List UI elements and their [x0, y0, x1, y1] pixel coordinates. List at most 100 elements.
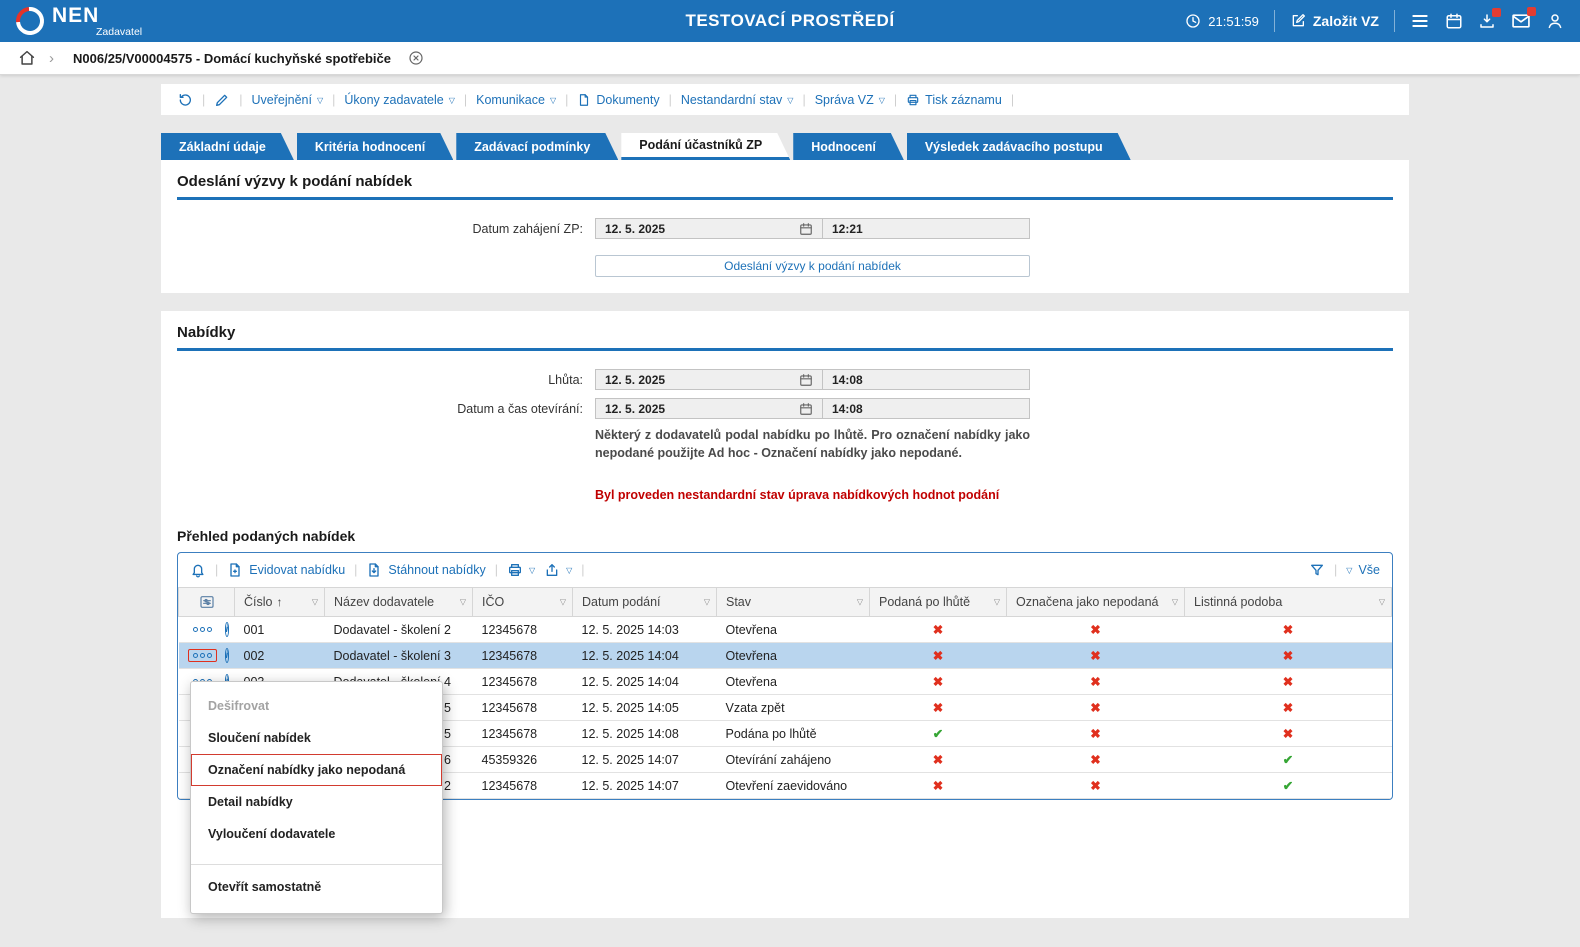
- cell-status: Otevřena: [717, 617, 870, 643]
- chevron-down-icon: ▽: [1346, 567, 1352, 575]
- calendar-icon[interactable]: [799, 373, 813, 387]
- filter-all-button[interactable]: ▽ Vše: [1346, 563, 1380, 577]
- column-filter-icon[interactable]: ▽: [704, 598, 710, 607]
- edit-square-icon: [1290, 13, 1306, 29]
- calendar-icon[interactable]: [1445, 12, 1463, 30]
- opening-time-input[interactable]: 14:08: [822, 398, 1030, 419]
- table-row-selected[interactable]: i 002 Dodavatel - školení 3 12345678 12.…: [179, 643, 1392, 669]
- cell-ico: 12345678: [473, 721, 573, 747]
- share-icon: [544, 562, 560, 578]
- history-icon[interactable]: [177, 92, 193, 108]
- col-nazev-dodavatele[interactable]: Název dodavatele ▽: [325, 588, 473, 617]
- row-menu-icon[interactable]: [188, 623, 217, 636]
- menu-item-slouceni-nabidek[interactable]: Sloučení nabídek: [191, 722, 442, 754]
- col-podana-po-lhute[interactable]: Podaná po lhůtě ▽: [870, 588, 1007, 617]
- column-filter-icon[interactable]: ▽: [1379, 598, 1385, 607]
- cell-late: ✖: [870, 669, 1007, 695]
- cell-not-submitted: ✖: [1007, 747, 1185, 773]
- invite-section: Odeslání výzvy k podání nabídek Datum za…: [161, 160, 1409, 293]
- column-filter-icon[interactable]: ▽: [994, 598, 1000, 607]
- nonstandard-state-warning: Byl proveden nestandardní stav úprava na…: [595, 488, 1393, 502]
- col-ico[interactable]: IČO ▽: [473, 588, 573, 617]
- breadcrumb-record[interactable]: N006/25/V00004575 - Domácí kuchyňské spo…: [73, 51, 391, 66]
- bell-icon[interactable]: [190, 562, 206, 578]
- create-vz-button[interactable]: Založit VZ: [1290, 13, 1379, 29]
- col-stav[interactable]: Stav ▽: [717, 588, 870, 617]
- tab-zakladni-udaje[interactable]: Základní údaje: [161, 133, 294, 160]
- tab-podani-ucastniku[interactable]: Podání účastníků ZP: [621, 133, 790, 160]
- filter-icon[interactable]: [1309, 562, 1325, 578]
- menu-icon[interactable]: [1410, 11, 1430, 31]
- col-listinna-podoba[interactable]: Listinná podoba ▽: [1185, 588, 1392, 617]
- deadline-time-input[interactable]: 14:08: [822, 369, 1030, 390]
- menu-komunikace[interactable]: Komunikace ▽: [476, 93, 556, 107]
- menu-tisk-zaznamu[interactable]: Tisk záznamu: [906, 93, 1002, 107]
- menu-item-oznaceni-nepodana[interactable]: Označení nabídky jako nepodaná: [191, 754, 442, 786]
- cell-not-submitted: ✖: [1007, 669, 1185, 695]
- menu-ukony-zadavatele[interactable]: Úkony zadavatele ▽: [344, 93, 455, 107]
- sort-asc-icon: ↑: [276, 595, 282, 609]
- user-icon[interactable]: [1546, 12, 1564, 30]
- col-datum-podani[interactable]: Datum podání ▽: [573, 588, 717, 617]
- cell-late: ✔: [870, 721, 1007, 747]
- register-bid-button[interactable]: Evidovat nabídku: [227, 562, 345, 578]
- column-filter-icon[interactable]: ▽: [857, 598, 863, 607]
- table-row[interactable]: i 001 Dodavatel - školení 2 12345678 12.…: [179, 617, 1392, 643]
- cell-ico: 12345678: [473, 617, 573, 643]
- grid-export-button[interactable]: ▽: [544, 562, 572, 578]
- tab-vysledek-postupu[interactable]: Výsledek zadávacího postupu: [907, 133, 1131, 160]
- info-icon[interactable]: i: [225, 648, 230, 663]
- session-time: 21:51:59: [1208, 14, 1259, 29]
- tab-hodnoceni[interactable]: Hodnocení: [793, 133, 904, 160]
- start-date-label: Datum zahájení ZP:: [177, 222, 595, 236]
- chevron-down-icon: ▽: [317, 97, 323, 105]
- cell-submitted: 12. 5. 2025 14:07: [573, 773, 717, 799]
- tab-kriteria-hodnoceni[interactable]: Kritéria hodnocení: [297, 133, 453, 160]
- home-icon[interactable]: [18, 49, 36, 67]
- column-settings-icon[interactable]: [185, 594, 228, 610]
- nen-logo-icon: [10, 1, 49, 40]
- calendar-icon[interactable]: [799, 222, 813, 236]
- menu-item-detail-nabidky[interactable]: Detail nabídky: [191, 786, 442, 818]
- menu-nestandardni-stav[interactable]: Nestandardní stav ▽: [681, 93, 794, 107]
- deadline-date-input[interactable]: 12. 5. 2025: [595, 369, 823, 390]
- cell-late: ✖: [870, 643, 1007, 669]
- menu-sprava-vz[interactable]: Správa VZ ▽: [815, 93, 885, 107]
- start-time-input[interactable]: 12:21: [822, 218, 1030, 239]
- messages-icon[interactable]: [1511, 11, 1531, 31]
- column-filter-icon[interactable]: ▽: [312, 598, 318, 607]
- nen-brand[interactable]: NEN Zadavatel: [16, 5, 142, 38]
- tab-zadavaci-podminky[interactable]: Zadávací podmínky: [456, 133, 618, 160]
- downloads-icon[interactable]: [1478, 12, 1496, 30]
- brand-name: NEN: [52, 5, 142, 26]
- column-filter-icon[interactable]: ▽: [560, 598, 566, 607]
- column-filter-icon[interactable]: ▽: [1172, 598, 1178, 607]
- row-menu-icon[interactable]: [188, 649, 217, 662]
- cell-paper: ✖: [1185, 643, 1392, 669]
- menu-dokumenty[interactable]: Dokumenty: [577, 93, 659, 107]
- edit-icon[interactable]: [214, 92, 230, 108]
- col-cislo[interactable]: Číslo↑ ▽: [235, 588, 325, 617]
- chevron-right-icon: ›: [49, 51, 54, 66]
- cell-submitted: 12. 5. 2025 14:04: [573, 669, 717, 695]
- menu-item-vylouceni-dodavatele[interactable]: Vyloučení dodavatele: [191, 818, 442, 850]
- cell-submitted: 12. 5. 2025 14:03: [573, 617, 717, 643]
- send-invite-button[interactable]: Odeslání výzvy k podání nabídek: [595, 255, 1030, 277]
- opening-date-input[interactable]: 12. 5. 2025: [595, 398, 823, 419]
- cell-submitted: 12. 5. 2025 14:08: [573, 721, 717, 747]
- grid-print-button[interactable]: ▽: [507, 562, 535, 578]
- column-filter-icon[interactable]: ▽: [460, 598, 466, 607]
- cell-not-submitted: ✖: [1007, 721, 1185, 747]
- menu-item-otevrit-samostatne[interactable]: Otevřít samostatně: [191, 871, 442, 903]
- printer-icon: [507, 562, 523, 578]
- start-date-input[interactable]: 12. 5. 2025: [595, 218, 823, 239]
- calendar-icon[interactable]: [799, 402, 813, 416]
- download-bids-button[interactable]: Stáhnout nabídky: [366, 562, 485, 578]
- document-icon: [577, 93, 591, 107]
- cell-number: 002: [235, 643, 325, 669]
- col-oznacena-nepodana[interactable]: Označena jako nepodaná ▽: [1007, 588, 1185, 617]
- chevron-down-icon: ▽: [529, 567, 535, 575]
- menu-uverejneni[interactable]: Uveřejnění ▽: [252, 93, 324, 107]
- close-record-icon[interactable]: [408, 50, 424, 66]
- info-icon[interactable]: i: [225, 622, 230, 637]
